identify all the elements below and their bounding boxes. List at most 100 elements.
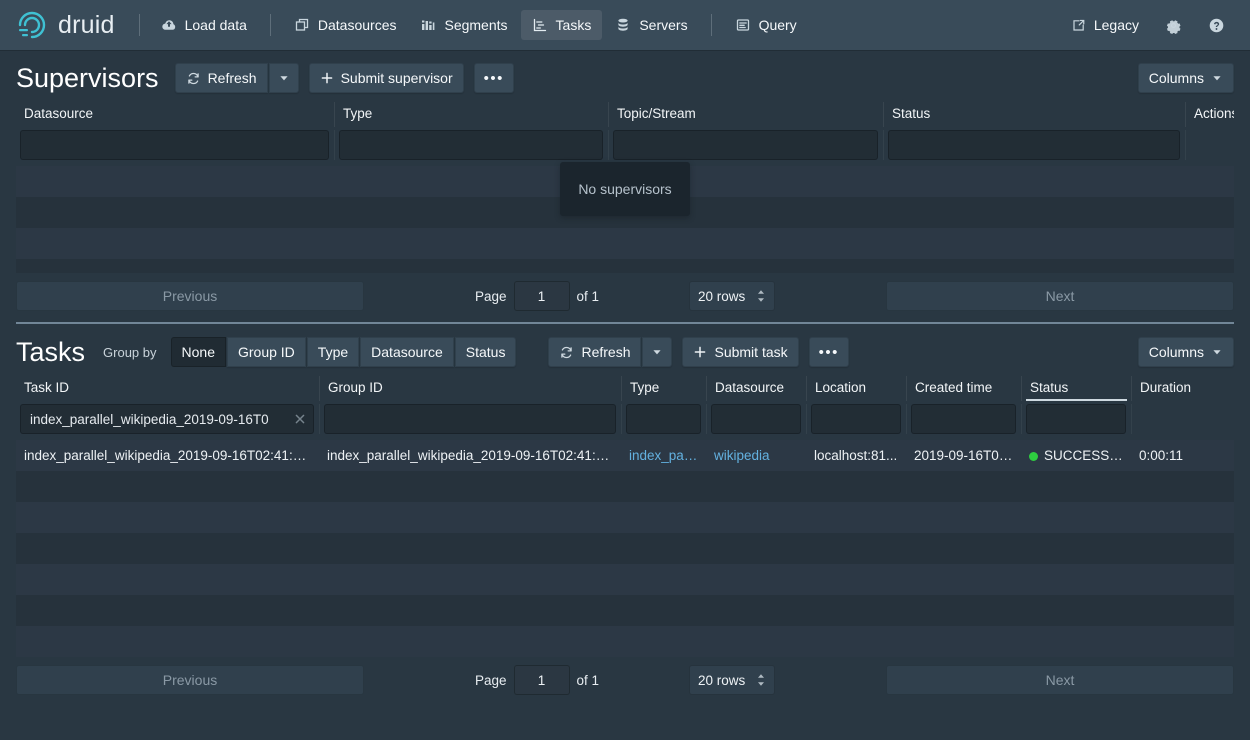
supervisors-page-input[interactable] [513, 281, 570, 311]
column-header-topic-stream[interactable]: Topic/Stream [608, 102, 883, 127]
cloud-upload-icon [161, 17, 177, 33]
tasks-columns-button[interactable]: Columns [1137, 337, 1234, 367]
supervisors-next-button[interactable]: Next [886, 281, 1234, 311]
tasks-more-button[interactable]: ••• [808, 337, 849, 367]
column-header-status[interactable]: Status [883, 102, 1185, 127]
group-by-group-id[interactable]: Group ID [226, 337, 306, 367]
supervisors-rows-per-page-select[interactable]: 20 rows [689, 281, 776, 311]
settings-button[interactable] [1154, 10, 1193, 40]
supervisors-previous-button[interactable]: Previous [16, 281, 364, 311]
close-icon[interactable] [292, 411, 308, 427]
submit-task-button[interactable]: Submit task [682, 337, 799, 367]
column-header-location[interactable]: Location [806, 376, 906, 401]
filter-cell-status [883, 130, 1185, 160]
table-row [16, 595, 1234, 626]
supervisors-pagination: Previous Page of 1 20 rows Next [16, 273, 1234, 320]
group-by-datasource[interactable]: Datasource [360, 337, 454, 367]
nav-items: Load data Datasources Segments Tasks Ser… [150, 10, 808, 40]
nav-item-segments[interactable]: Segments [409, 10, 518, 40]
filter-cell-datasource [706, 404, 806, 434]
column-header-group-id[interactable]: Group ID [319, 376, 621, 401]
cell-datasource[interactable]: wikipedia [706, 448, 806, 463]
filter-cell-group-id [319, 404, 621, 434]
filter-input-datasource[interactable] [20, 130, 329, 160]
column-header-type[interactable]: Type [334, 102, 608, 127]
nav-item-tasks[interactable]: Tasks [520, 10, 603, 40]
filter-input-group-id[interactable] [324, 404, 616, 434]
group-by-status[interactable]: Status [454, 337, 517, 367]
group-by-type[interactable]: Type [306, 337, 360, 367]
tasks-refresh-button[interactable]: Refresh [548, 337, 642, 367]
tasks-refresh-dropdown[interactable] [642, 337, 673, 367]
column-header-duration[interactable]: Duration [1131, 376, 1234, 401]
rows-per-page-value: 20 rows [698, 288, 746, 304]
column-header-task-id[interactable]: Task ID [16, 376, 319, 401]
filter-input-location[interactable] [811, 404, 901, 434]
cell-group-id: index_parallel_wikipedia_2019-09-16T02:4… [327, 448, 615, 463]
brand-name: druid [58, 10, 115, 39]
filter-input-type[interactable] [339, 130, 603, 160]
supervisors-title: Supervisors [16, 62, 159, 93]
nav-item-datasources[interactable]: Datasources [283, 10, 408, 40]
filter-cell-type [334, 130, 608, 160]
nav-item-servers[interactable]: Servers [604, 10, 698, 40]
table-row [16, 564, 1234, 595]
table-row [16, 502, 1234, 533]
page-label: Page [474, 672, 507, 688]
supervisors-columns-button[interactable]: Columns [1137, 63, 1234, 93]
tasks-previous-button[interactable]: Previous [16, 665, 364, 695]
tasks-pagination: Previous Page of 1 20 rows Next [16, 657, 1234, 704]
druid-logo[interactable]: druid [16, 10, 129, 40]
submit-supervisor-label: Submit supervisor [340, 70, 453, 86]
filter-input-task-id[interactable] [20, 404, 314, 434]
status-dot-icon [1029, 451, 1038, 461]
cell-duration: 0:00:11 [1139, 448, 1184, 463]
group-by-label: Group by [103, 344, 157, 360]
supervisors-refresh-button[interactable]: Refresh [174, 63, 268, 93]
filter-input-type[interactable] [626, 404, 701, 434]
filter-input-datasource[interactable] [711, 404, 801, 434]
supervisors-refresh-dropdown[interactable] [268, 63, 299, 93]
cell-status: SUCCESS [1021, 448, 1131, 463]
tasks-next-button[interactable]: Next [886, 665, 1234, 695]
table-row[interactable]: index_parallel_wikipedia_2019-09-16T02:4… [16, 440, 1234, 471]
filter-input-status[interactable] [1026, 404, 1126, 434]
filter-wrap-task-id [20, 404, 314, 434]
column-header-datasource[interactable]: Datasource [706, 376, 806, 401]
stacked-chart-icon [420, 17, 436, 33]
filter-cell-status [1021, 404, 1131, 434]
nav-item-query[interactable]: Query [724, 10, 808, 40]
nav-item-label: Datasources [317, 17, 397, 33]
tasks-filter-row [16, 404, 1234, 440]
supervisors-more-button[interactable]: ••• [473, 63, 514, 93]
filter-input-topic-stream[interactable] [613, 130, 878, 160]
tasks-page-input[interactable] [513, 665, 570, 695]
rows-per-page-value: 20 rows [698, 672, 746, 688]
filter-input-created-time[interactable] [911, 404, 1016, 434]
column-header-actions[interactable]: Actions [1185, 102, 1234, 127]
chevron-down-icon [651, 346, 663, 358]
tasks-table-body: index_parallel_wikipedia_2019-09-16T02:4… [16, 440, 1234, 657]
supervisors-table: Datasource Type Topic/Stream Status Acti… [16, 102, 1234, 273]
chevron-down-icon [278, 72, 290, 84]
table-row [16, 259, 1234, 273]
gear-icon [1165, 17, 1182, 34]
column-header-created-time[interactable]: Created time [906, 376, 1021, 401]
nav-divider-3 [710, 14, 712, 36]
cell-type[interactable]: index_parallel [621, 448, 706, 463]
group-by-none[interactable]: None [170, 337, 226, 367]
filter-cell-datasource [16, 130, 334, 160]
help-button[interactable] [1197, 10, 1236, 40]
column-header-type[interactable]: Type [621, 376, 706, 401]
filter-input-status[interactable] [888, 130, 1180, 160]
legacy-button[interactable]: Legacy [1060, 10, 1150, 40]
supervisors-columns-label: Columns [1148, 70, 1204, 86]
column-header-datasource[interactable]: Datasource [16, 102, 334, 127]
supervisors-section: Supervisors Refresh Submit supervisor ••… [0, 50, 1250, 320]
section-divider [16, 322, 1234, 324]
column-header-status[interactable]: Status [1021, 376, 1131, 401]
submit-supervisor-button[interactable]: Submit supervisor [308, 63, 464, 93]
supervisors-filter-row [16, 130, 1234, 166]
nav-item-load-data[interactable]: Load data [150, 10, 258, 40]
tasks-rows-per-page-select[interactable]: 20 rows [689, 665, 776, 695]
